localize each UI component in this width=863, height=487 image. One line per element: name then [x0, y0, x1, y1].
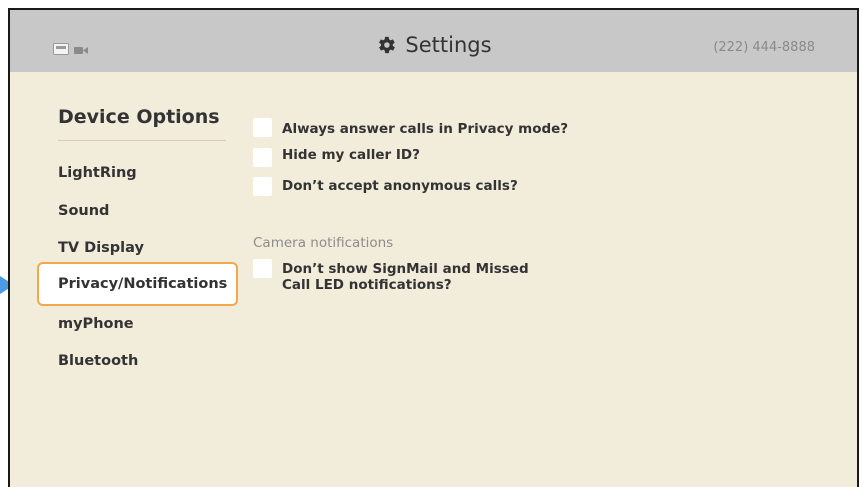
option-reject-anonymous-calls[interactable]: Don’t accept anonymous calls?: [253, 177, 572, 196]
option-label: Don’t show SignMail and Missed Call LED …: [282, 261, 529, 293]
settings-screen: Settings (222) 444-8888 Device Options L…: [8, 8, 859, 487]
sidebar-item-sound[interactable]: Sound: [58, 200, 109, 222]
sidebar-heading: Device Options: [58, 106, 220, 128]
sidebar-divider: [58, 140, 226, 141]
option-always-answer-privacy[interactable]: Always answer calls in Privacy mode?: [253, 118, 572, 137]
sidebar-item-myphone[interactable]: myPhone: [58, 313, 134, 335]
sidebar-item-tv-display[interactable]: TV Display: [58, 237, 144, 259]
option-hide-caller-id[interactable]: Hide my caller ID?: [253, 147, 572, 167]
sidebar-item-privacy-notifications[interactable]: Privacy/Notifications: [37, 262, 239, 306]
gear-icon: [375, 34, 397, 56]
option-label: Hide my caller ID?: [282, 147, 420, 163]
checkbox[interactable]: [253, 259, 272, 278]
title-text: Settings: [405, 33, 492, 57]
checkbox[interactable]: [253, 148, 272, 167]
sidebar-item-lightring[interactable]: LightRing: [58, 162, 137, 184]
option-hide-led-notifications[interactable]: Don’t show SignMail and Missed Call LED …: [253, 259, 542, 293]
option-label: Always answer calls in Privacy mode?: [282, 121, 569, 137]
checkbox[interactable]: [253, 177, 272, 196]
camera-notifications-label: Camera notifications: [253, 235, 394, 251]
phone-number: (222) 444-8888: [713, 40, 815, 55]
top-bar: Settings (222) 444-8888: [10, 10, 857, 72]
checkbox[interactable]: [253, 118, 272, 137]
option-label: Don’t accept anonymous calls?: [282, 178, 518, 194]
sidebar-item-bluetooth[interactable]: Bluetooth: [58, 350, 138, 372]
